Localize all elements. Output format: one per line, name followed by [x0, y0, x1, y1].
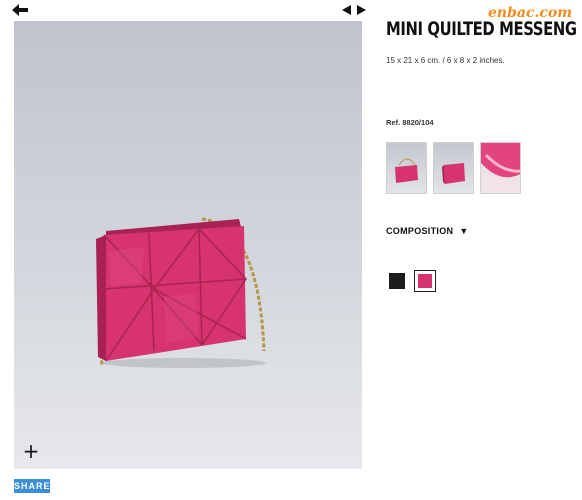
product-dimensions: 15 x 21 x 6 cm. / 6 x 8 x 2 inches. [386, 56, 505, 65]
color-swatch-black[interactable] [389, 273, 405, 289]
product-title: MINI QUILTED MESSENG [386, 18, 577, 40]
back-arrow-icon[interactable] [12, 4, 28, 16]
color-swatch-pink-fill [418, 274, 432, 288]
thumbnail-side[interactable] [433, 142, 474, 194]
composition-toggle[interactable]: COMPOSITION ▼ [386, 226, 469, 236]
color-swatch-pink[interactable] [414, 270, 436, 292]
bag-illustration [96, 217, 266, 368]
thumbnail-detail[interactable] [480, 142, 521, 194]
zoom-plus-icon[interactable]: + [22, 441, 40, 461]
product-reference: Ref. 8820/104 [386, 118, 434, 127]
product-image[interactable] [14, 21, 362, 469]
previous-product-icon[interactable] [342, 5, 351, 15]
next-product-icon[interactable] [357, 5, 366, 15]
composition-label: COMPOSITION [386, 226, 454, 236]
triangle-down-icon: ▼ [459, 226, 469, 236]
thumbnail-front[interactable] [386, 142, 427, 194]
share-button[interactable]: SHARE [14, 479, 50, 493]
